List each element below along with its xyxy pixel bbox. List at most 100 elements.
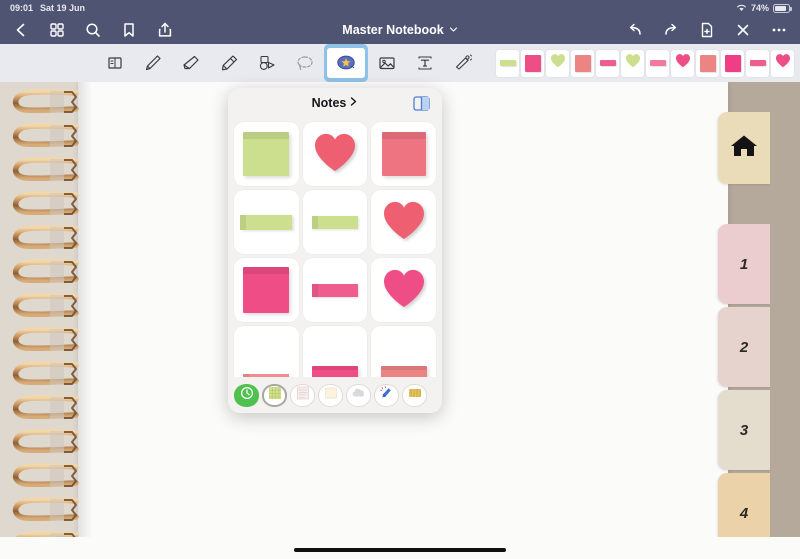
spiral-ring bbox=[6, 224, 82, 254]
sticker-strip-green-narrow[interactable] bbox=[302, 190, 368, 254]
rect-shape bbox=[499, 60, 516, 66]
page-insert-tool[interactable] bbox=[96, 46, 134, 80]
strip-shape bbox=[311, 283, 360, 298]
tool-bar bbox=[0, 44, 800, 82]
status-bar-right: 74% bbox=[736, 3, 800, 14]
popover-header: Notes bbox=[228, 88, 442, 118]
lined-note-icon bbox=[296, 386, 310, 405]
clock-icon bbox=[240, 386, 254, 405]
grid-note-icon bbox=[268, 386, 282, 405]
category-lined-note[interactable] bbox=[290, 383, 315, 407]
sticker-heart-pink[interactable] bbox=[371, 190, 436, 254]
sticker-heart-red[interactable] bbox=[302, 122, 368, 186]
battery-percent: 74% bbox=[750, 3, 769, 13]
highlighter-icon bbox=[218, 52, 240, 74]
magic-wand-tool[interactable] bbox=[444, 46, 482, 80]
shapes-tool[interactable] bbox=[248, 46, 286, 80]
sticker-strip-pink[interactable] bbox=[302, 258, 368, 322]
sticker-strip-green-wide[interactable] bbox=[234, 190, 299, 254]
eraser-icon bbox=[180, 52, 202, 74]
eraser-tool[interactable] bbox=[172, 46, 210, 80]
home-indicator[interactable] bbox=[294, 548, 506, 552]
cloud-shape-icon bbox=[351, 386, 366, 404]
strip-shape bbox=[240, 214, 294, 231]
lasso-icon bbox=[294, 52, 316, 74]
spiral-ring bbox=[6, 190, 82, 220]
sticker-block-salmon[interactable] bbox=[371, 326, 436, 377]
heart-icon bbox=[550, 53, 566, 73]
spiral-ring bbox=[6, 258, 82, 288]
sticker-strip-item-3[interactable] bbox=[546, 49, 569, 77]
sticker-strip-item-6[interactable] bbox=[621, 49, 644, 77]
text-tool[interactable] bbox=[406, 46, 444, 80]
sticker-strip-item-2[interactable] bbox=[521, 49, 544, 77]
side-tab-label: 4 bbox=[739, 504, 749, 522]
sticker-strip-item-7[interactable] bbox=[646, 49, 669, 77]
category-tape-note[interactable] bbox=[402, 383, 427, 407]
status-bar-left: 09:01 Sat 19 Jun bbox=[0, 3, 85, 13]
popover-title-button[interactable]: Notes bbox=[312, 96, 359, 110]
spiral-ring bbox=[6, 496, 82, 526]
strip-shape bbox=[311, 215, 360, 230]
sticker-strip-item-4[interactable] bbox=[571, 49, 594, 77]
sticker-square-salmon[interactable] bbox=[371, 122, 436, 186]
sticker-note-green-square[interactable] bbox=[234, 122, 299, 186]
pen-sparkle-icon bbox=[379, 385, 394, 405]
heart-icon bbox=[381, 268, 427, 313]
tape-icon bbox=[408, 386, 422, 405]
sticker-strip-item-10[interactable] bbox=[721, 49, 744, 77]
sticker-note-magenta[interactable] bbox=[234, 258, 299, 322]
heart-icon bbox=[625, 53, 641, 73]
sticker-block-magenta[interactable] bbox=[302, 326, 368, 377]
battery-icon bbox=[773, 3, 792, 13]
pen-icon bbox=[142, 52, 164, 74]
sticker-star-icon bbox=[335, 53, 357, 73]
sticker-strip-item-1[interactable] bbox=[496, 49, 519, 77]
nav-title-group[interactable]: Master Notebook bbox=[0, 16, 800, 44]
side-tab-2[interactable]: 2 bbox=[718, 307, 770, 387]
tool-group bbox=[0, 44, 482, 82]
highlighter-tool[interactable] bbox=[210, 46, 248, 80]
category-pen-note[interactable] bbox=[374, 383, 399, 407]
image-tool[interactable] bbox=[368, 46, 406, 80]
sticker-strip-item-5[interactable] bbox=[596, 49, 619, 77]
heart-icon bbox=[775, 53, 791, 73]
spiral-ring bbox=[6, 360, 82, 390]
spiral-ring bbox=[6, 326, 82, 356]
pen-tool[interactable] bbox=[134, 46, 172, 80]
category-cloud-note[interactable] bbox=[346, 383, 371, 407]
chevron-right-icon bbox=[349, 96, 358, 110]
sticker-strip-item-11[interactable] bbox=[746, 49, 769, 77]
sticker-strip-item-12[interactable] bbox=[771, 49, 794, 77]
plain-note-icon bbox=[324, 386, 338, 405]
category-recents[interactable] bbox=[234, 383, 259, 407]
split-columns-icon[interactable] bbox=[413, 96, 430, 116]
side-tab-1[interactable]: 1 bbox=[718, 224, 770, 304]
sticker-strip-item-8[interactable] bbox=[671, 49, 694, 77]
rect-shape bbox=[524, 54, 541, 72]
block-shape bbox=[311, 366, 360, 377]
page-title: Master Notebook bbox=[342, 23, 444, 37]
spiral-ring bbox=[6, 292, 82, 322]
navigation-bar: Master Notebook bbox=[0, 16, 800, 44]
note-shape bbox=[243, 132, 292, 178]
note-shape bbox=[381, 132, 428, 178]
sticker-strip-salmon[interactable] bbox=[234, 326, 299, 377]
side-tab-label: 3 bbox=[739, 421, 749, 439]
home-icon bbox=[729, 133, 759, 163]
rect-shape bbox=[749, 60, 766, 66]
side-tab-group: 12345 bbox=[718, 82, 770, 559]
category-grid-note[interactable] bbox=[262, 383, 287, 407]
sticker-tool[interactable] bbox=[324, 44, 368, 82]
chevron-down-icon[interactable] bbox=[449, 21, 458, 39]
lasso-tool[interactable] bbox=[286, 46, 324, 80]
sticker-heart-magenta[interactable] bbox=[371, 258, 436, 322]
status-time: 09:01 bbox=[10, 3, 34, 13]
notes-sticker-popover[interactable]: Notes bbox=[228, 88, 442, 413]
spiral-ring bbox=[6, 122, 82, 152]
sticker-strip-item-9[interactable] bbox=[696, 49, 719, 77]
side-tab-3[interactable]: 3 bbox=[718, 390, 770, 470]
side-tab-home[interactable] bbox=[718, 112, 770, 184]
category-plain-note[interactable] bbox=[318, 383, 343, 407]
spiral-ring bbox=[6, 156, 82, 186]
